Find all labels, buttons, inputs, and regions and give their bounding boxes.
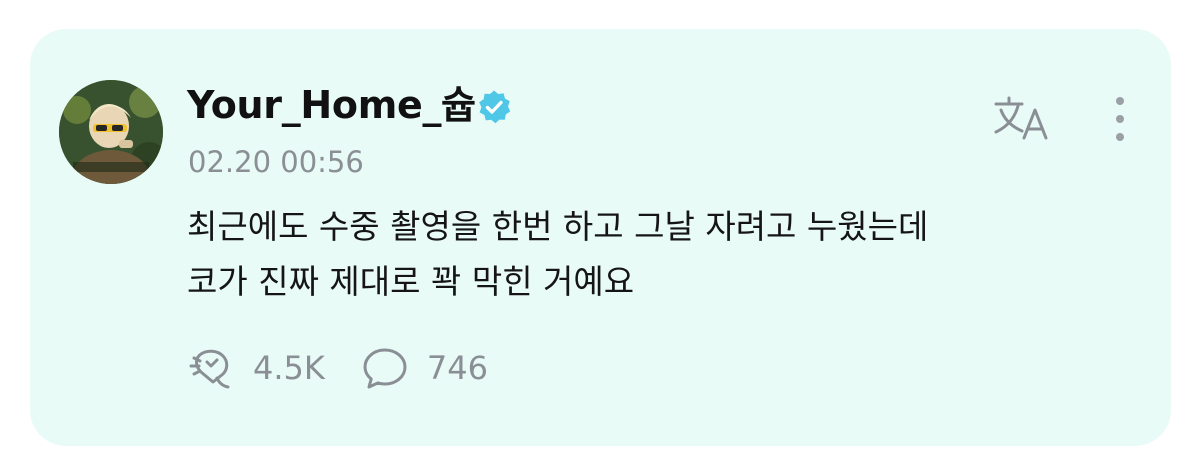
comment-icon — [363, 348, 407, 389]
timestamp: 02.20 00:56 — [188, 145, 364, 179]
post-text: 최근에도 수중 촬영을 한번 하고 그날 자려고 누웠는데 코가 진짜 제대로 … — [187, 199, 1137, 309]
more-vertical-icon[interactable] — [1106, 93, 1134, 145]
username[interactable]: Your_Home_슙 — [187, 82, 476, 128]
translate-icon[interactable] — [992, 95, 1054, 141]
post-text-line: 코가 진짜 제대로 꽉 막힌 거예요 — [187, 262, 635, 301]
avatar-photo — [59, 80, 163, 184]
comment-count: 746 — [426, 349, 488, 387]
action-bar: 4.5K 746 — [187, 346, 488, 390]
like-count: 4.5K — [253, 349, 325, 387]
like-icon — [189, 349, 230, 389]
post-card[interactable]: Your_Home_슙 02.20 00:56 최근에도 수중 촬영을 한번 하… — [30, 29, 1171, 446]
verified-badge-icon — [479, 90, 511, 124]
post-text-line: 최근에도 수중 촬영을 한번 하고 그날 자려고 누웠는데 — [187, 207, 929, 246]
avatar[interactable] — [59, 80, 163, 184]
like-button[interactable]: 4.5K — [187, 346, 325, 390]
comment-button[interactable]: 746 — [361, 346, 488, 390]
